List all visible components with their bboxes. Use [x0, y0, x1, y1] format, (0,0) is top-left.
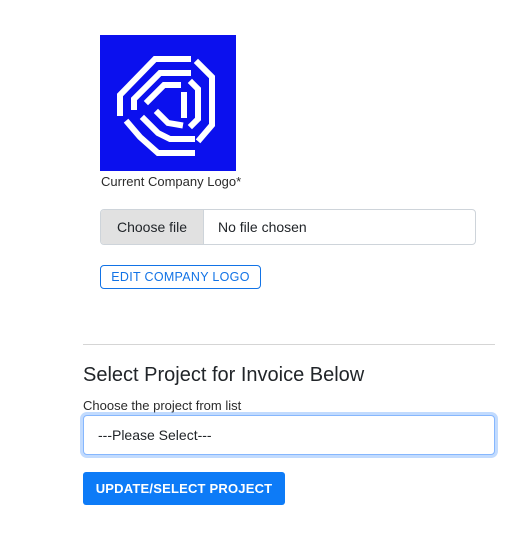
file-status-text: No file chosen	[218, 219, 307, 235]
logo-file-input[interactable]: Choose file No file chosen	[100, 209, 476, 245]
company-logo	[100, 35, 236, 171]
update-select-project-button[interactable]: UPDATE/SELECT PROJECT	[83, 472, 285, 505]
section-divider	[83, 344, 495, 345]
edit-company-logo-button[interactable]: EDIT COMPANY LOGO	[100, 265, 261, 289]
choose-file-button[interactable]: Choose file	[101, 210, 204, 244]
logo-caption: Current Company Logo*	[101, 174, 242, 189]
project-select[interactable]: ---Please Select---	[83, 415, 495, 455]
project-section-heading: Select Project for Invoice Below	[83, 364, 365, 386]
project-select-label: Choose the project from list	[83, 398, 242, 413]
project-select-value: ---Please Select---	[98, 427, 212, 443]
company-logo-icon	[117, 56, 215, 156]
